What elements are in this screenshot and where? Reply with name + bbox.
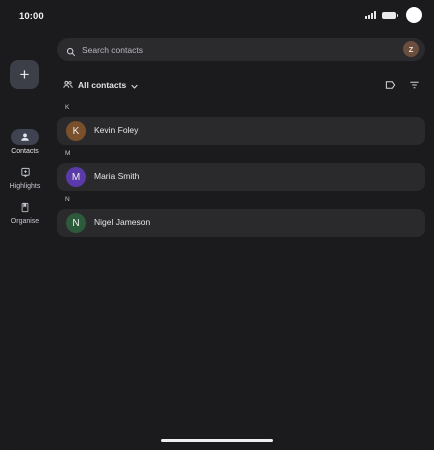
person-icon xyxy=(11,129,39,145)
navigation-rail: + Contacts Highlights Organise xyxy=(0,34,50,434)
contacts-app-screen: 10:00 + Contacts Highlights Organise Sea… xyxy=(0,0,434,450)
nav-item-highlights[interactable]: Highlights xyxy=(0,164,50,190)
filter-row: All contacts xyxy=(57,72,425,94)
contact-name: Kevin Foley xyxy=(94,125,139,135)
contact-name: Maria Smith xyxy=(94,171,140,181)
battery-icon xyxy=(382,11,398,19)
status-icons xyxy=(365,7,422,23)
contact-avatar: M xyxy=(66,167,86,187)
create-contact-button[interactable]: + xyxy=(10,60,39,89)
account-avatar[interactable]: Z xyxy=(403,41,419,57)
search-icon xyxy=(66,44,76,62)
contact-row-nigel-jameson[interactable]: N Nigel Jameson xyxy=(57,209,425,237)
contact-row-kevin-foley[interactable]: K Kevin Foley xyxy=(57,117,425,145)
contact-avatar: N xyxy=(66,213,86,233)
search-bar[interactable]: Z xyxy=(57,38,425,61)
home-indicator[interactable] xyxy=(161,439,273,442)
nav-label-organise: Organise xyxy=(10,218,40,225)
nav-label-highlights: Highlights xyxy=(9,183,41,190)
label-icon[interactable] xyxy=(385,77,396,95)
chevron-down-icon xyxy=(131,76,138,94)
nav-item-contacts[interactable]: Contacts xyxy=(0,129,50,155)
section-letter: K xyxy=(65,104,70,111)
status-time: 10:00 xyxy=(19,11,44,22)
contact-row-maria-smith[interactable]: M Maria Smith xyxy=(57,163,425,191)
nav-item-organise[interactable]: Organise xyxy=(0,199,50,225)
section-letter: N xyxy=(65,196,70,203)
contact-name: Nigel Jameson xyxy=(94,217,151,227)
status-bar: 10:00 xyxy=(0,0,434,34)
signal-icon xyxy=(365,11,376,19)
all-contacts-label: All contacts xyxy=(78,80,127,90)
nav-label-contacts: Contacts xyxy=(11,148,39,155)
all-contacts-dropdown[interactable]: All contacts xyxy=(63,76,138,94)
organise-icon xyxy=(11,199,39,215)
section-letter: M xyxy=(65,150,71,157)
people-icon xyxy=(63,76,73,94)
filter-icon[interactable] xyxy=(409,77,420,95)
search-input[interactable] xyxy=(82,38,382,61)
contact-avatar: K xyxy=(66,121,86,141)
status-profile-icon xyxy=(406,7,422,23)
highlights-icon xyxy=(11,164,39,180)
